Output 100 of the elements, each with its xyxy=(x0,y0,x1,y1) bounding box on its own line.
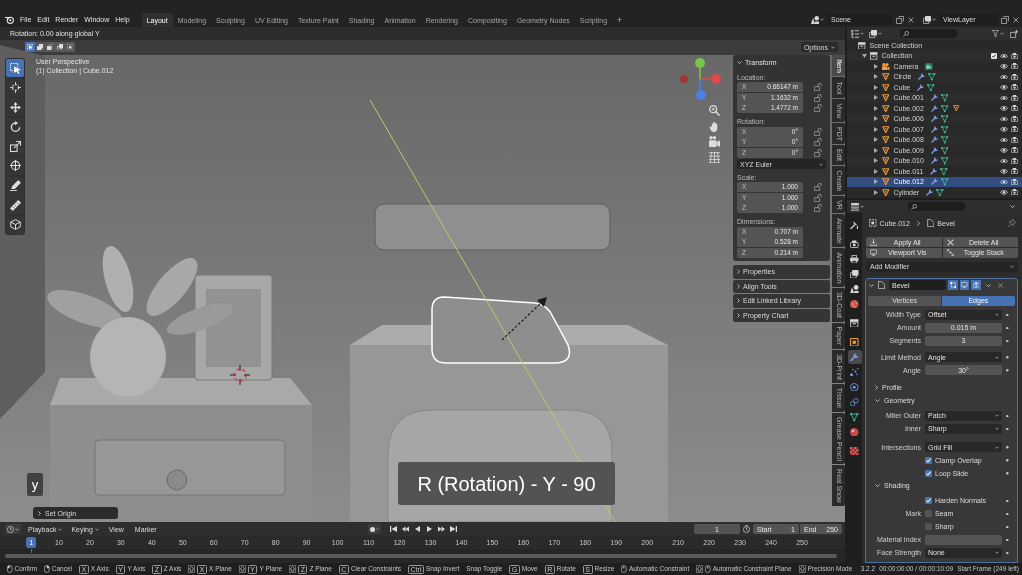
keyframe-dot-icon[interactable] xyxy=(1006,356,1009,359)
disclosure-triangle-icon[interactable] xyxy=(874,116,878,122)
keyframe-dot-icon[interactable] xyxy=(1006,339,1009,342)
tool-button[interactable] xyxy=(6,156,24,175)
disclosure-triangle-icon[interactable] xyxy=(862,53,867,58)
camera-icon[interactable] xyxy=(1011,63,1018,70)
close-icon[interactable] xyxy=(1013,16,1019,23)
keyframe-dot-icon[interactable] xyxy=(1006,525,1009,528)
tool-button[interactable] xyxy=(6,98,24,117)
camera-icon[interactable] xyxy=(1011,178,1018,185)
play-icon[interactable] xyxy=(426,526,433,532)
triangle-mesh-icon[interactable] xyxy=(940,157,949,165)
chevron-down-icon[interactable] xyxy=(869,283,874,287)
disclosure-triangle-icon[interactable] xyxy=(874,158,878,164)
disclosure-triangle-icon[interactable] xyxy=(874,84,878,90)
keyframe-dot-icon[interactable] xyxy=(1006,326,1009,329)
checkbox[interactable] xyxy=(991,52,997,59)
tool-button[interactable] xyxy=(6,176,24,195)
play-reverse-icon[interactable] xyxy=(414,526,421,532)
tool-button[interactable] xyxy=(6,59,24,77)
wrench-icon[interactable] xyxy=(930,157,938,165)
eye-icon[interactable] xyxy=(1000,179,1008,184)
padlock-icon[interactable] xyxy=(814,104,822,113)
padlock-icon[interactable] xyxy=(814,148,822,157)
keyframe-dot-icon[interactable] xyxy=(1006,499,1009,502)
previous-keyframe-icon[interactable] xyxy=(402,526,409,532)
eye-icon[interactable] xyxy=(1000,74,1008,79)
disclosure-triangle-icon[interactable] xyxy=(874,63,878,69)
pin-icon[interactable] xyxy=(1008,219,1016,227)
properties-tab[interactable] xyxy=(847,267,862,281)
wrench-icon[interactable] xyxy=(930,136,938,144)
wrench-icon[interactable] xyxy=(930,167,938,175)
triangle-mesh-icon[interactable] xyxy=(940,146,949,154)
select-mode-button[interactable] xyxy=(25,42,35,52)
view-layer-selector-button[interactable] xyxy=(922,14,937,25)
camera-icon[interactable] xyxy=(1011,115,1018,122)
select-mode-button[interactable] xyxy=(55,42,65,52)
keyframe-dot-icon[interactable] xyxy=(1006,472,1009,475)
keyframe-dot-icon[interactable] xyxy=(1006,446,1009,449)
duplicate-icon[interactable] xyxy=(896,15,904,24)
wrench-icon[interactable] xyxy=(930,94,938,102)
eye-icon[interactable] xyxy=(1000,158,1008,163)
scene-selector-button[interactable] xyxy=(810,14,825,25)
eye-icon[interactable] xyxy=(1000,127,1008,132)
filter-dropdown[interactable] xyxy=(992,30,1004,37)
wrench-icon[interactable] xyxy=(930,178,938,186)
select-mode-button[interactable] xyxy=(65,42,75,52)
edit-mode-toggle[interactable] xyxy=(948,280,958,290)
stopwatch-icon[interactable] xyxy=(743,525,750,533)
properties-tab[interactable] xyxy=(847,350,862,364)
hand-icon[interactable] xyxy=(709,120,720,132)
triangle-mesh-icon[interactable] xyxy=(928,73,936,81)
display-mode-dropdown[interactable] xyxy=(851,29,864,38)
properties-tab[interactable] xyxy=(847,335,862,349)
camera-icon[interactable] xyxy=(1011,105,1018,112)
camera-icon[interactable] xyxy=(1011,126,1018,133)
disclosure-triangle-icon[interactable] xyxy=(874,126,878,132)
padlock-icon[interactable] xyxy=(814,138,822,147)
duplicate-icon[interactable] xyxy=(1001,15,1009,24)
number-field[interactable] xyxy=(925,534,1002,545)
skip-back-icon[interactable] xyxy=(390,526,397,532)
eye-icon[interactable] xyxy=(1000,64,1008,69)
eye-icon[interactable] xyxy=(1000,148,1008,153)
wrench-icon[interactable] xyxy=(918,73,926,81)
box-plus-icon[interactable] xyxy=(1010,29,1018,38)
keyframe-dot-icon[interactable] xyxy=(1006,551,1009,554)
camera-icon[interactable] xyxy=(1011,73,1018,80)
padlock-icon[interactable] xyxy=(814,183,822,192)
checkbox[interactable] xyxy=(925,523,932,531)
camera-icon[interactable] xyxy=(1011,168,1018,175)
search-field[interactable] xyxy=(900,29,957,38)
tool-button[interactable] xyxy=(6,117,24,136)
properties-tab[interactable] xyxy=(847,316,862,330)
disclosure-triangle-icon[interactable] xyxy=(874,189,878,195)
chevron-down-icon[interactable] xyxy=(985,283,991,287)
eye-icon[interactable] xyxy=(1000,53,1008,58)
zoom-icon[interactable] xyxy=(709,105,720,116)
filter-mode-dropdown[interactable] xyxy=(869,29,882,38)
padlock-icon[interactable] xyxy=(814,83,822,92)
eye-icon[interactable] xyxy=(1000,106,1008,111)
camera-icon[interactable] xyxy=(1011,189,1018,196)
eye-icon[interactable] xyxy=(1000,85,1008,90)
tool-button[interactable] xyxy=(6,215,24,234)
checkbox[interactable] xyxy=(925,510,932,518)
triangle-icon[interactable] xyxy=(953,105,960,112)
keyframe-dot-icon[interactable] xyxy=(1006,313,1009,316)
record-button[interactable] xyxy=(368,524,381,534)
triangle-mesh-icon[interactable] xyxy=(940,104,949,112)
padlock-icon[interactable] xyxy=(814,127,822,136)
camera-icon[interactable] xyxy=(1011,136,1018,143)
triangle-mesh-icon[interactable] xyxy=(927,83,935,91)
disclosure-triangle-icon[interactable] xyxy=(874,137,878,143)
triangle-mesh-icon[interactable] xyxy=(940,136,949,144)
triangle-mesh-icon[interactable] xyxy=(936,188,944,196)
eye-icon[interactable] xyxy=(1000,116,1008,121)
search-field[interactable] xyxy=(908,202,965,211)
keyframe-dot-icon[interactable] xyxy=(1006,512,1009,515)
keyframe-dot-icon[interactable] xyxy=(1006,538,1009,541)
axis-gizmo-icon[interactable] xyxy=(679,58,721,100)
disclosure-triangle-icon[interactable] xyxy=(874,95,878,101)
